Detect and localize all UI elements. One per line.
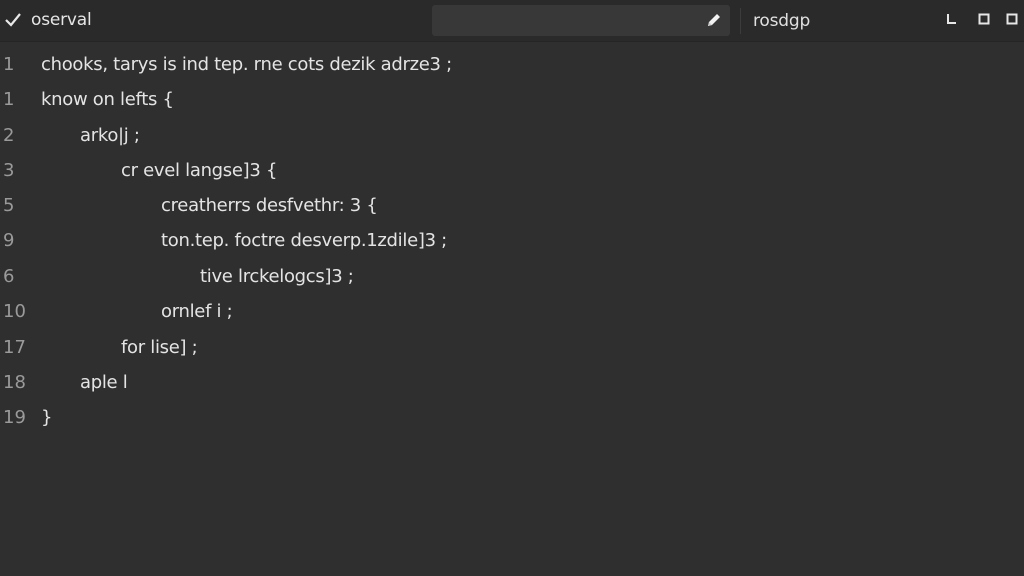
code-line: 5 creatherrs desfvethr: 3 { [0,195,1024,225]
check-icon[interactable] [4,11,22,29]
code-line: 3 cr evel langse]3 { [0,160,1024,190]
line-text: tive lrckelogcs]3 ; [200,266,354,287]
code-line: 1 know on lefts { [0,89,1024,119]
code-line: 2 arko|j ; [0,125,1024,155]
maximize-icon[interactable] [977,12,991,26]
code-line: 9 ton.tep. foctre desverp.1zdile]3 ; [0,230,1024,260]
search-input[interactable] [432,5,730,36]
line-number: 9 [3,230,15,251]
line-text: chooks, tarys is ind tep. rne cots dezik… [41,54,452,75]
line-number: 17 [3,337,26,358]
line-number: 1 [3,54,15,75]
close-icon[interactable] [1005,12,1019,26]
pencil-icon[interactable] [706,12,722,28]
line-text: ornlef i ; [161,301,233,322]
titlebar: oserval rosdgp [0,0,1024,42]
code-line: 10 ornlef i ; [0,301,1024,331]
code-line: 1 chooks, tarys is ind tep. rne cots dez… [0,54,1024,84]
line-number: 19 [3,407,26,428]
line-number: 2 [3,125,15,146]
secondary-title: rosdgp [753,11,811,31]
line-text: arko|j ; [80,125,140,146]
code-line: 18 aple l [0,372,1024,402]
line-number: 1 [3,89,15,110]
line-number: 10 [3,301,26,322]
code-line: 17 for lise] ; [0,337,1024,367]
line-text: } [41,407,53,428]
code-line: 19 } [0,407,1024,437]
app-title: oserval [31,10,92,30]
line-text: cr evel langse]3 { [121,160,278,181]
line-number: 5 [3,195,15,216]
line-number: 3 [3,160,15,181]
line-text: aple l [80,372,128,393]
line-text: ton.tep. foctre desverp.1zdile]3 ; [161,230,447,251]
line-number: 18 [3,372,26,393]
titlebar-divider [740,8,741,34]
editor-window: oserval rosdgp 1 chooks, tarys is ind te… [0,0,1024,576]
line-text: creatherrs desfvethr: 3 { [161,195,378,216]
minimize-icon[interactable] [945,12,959,26]
code-editor[interactable]: 1 chooks, tarys is ind tep. rne cots dez… [0,42,1024,576]
code-line: 6 tive lrckelogcs]3 ; [0,266,1024,296]
line-text: know on lefts { [41,89,174,110]
line-text: for lise] ; [121,337,198,358]
line-number: 6 [3,266,15,287]
